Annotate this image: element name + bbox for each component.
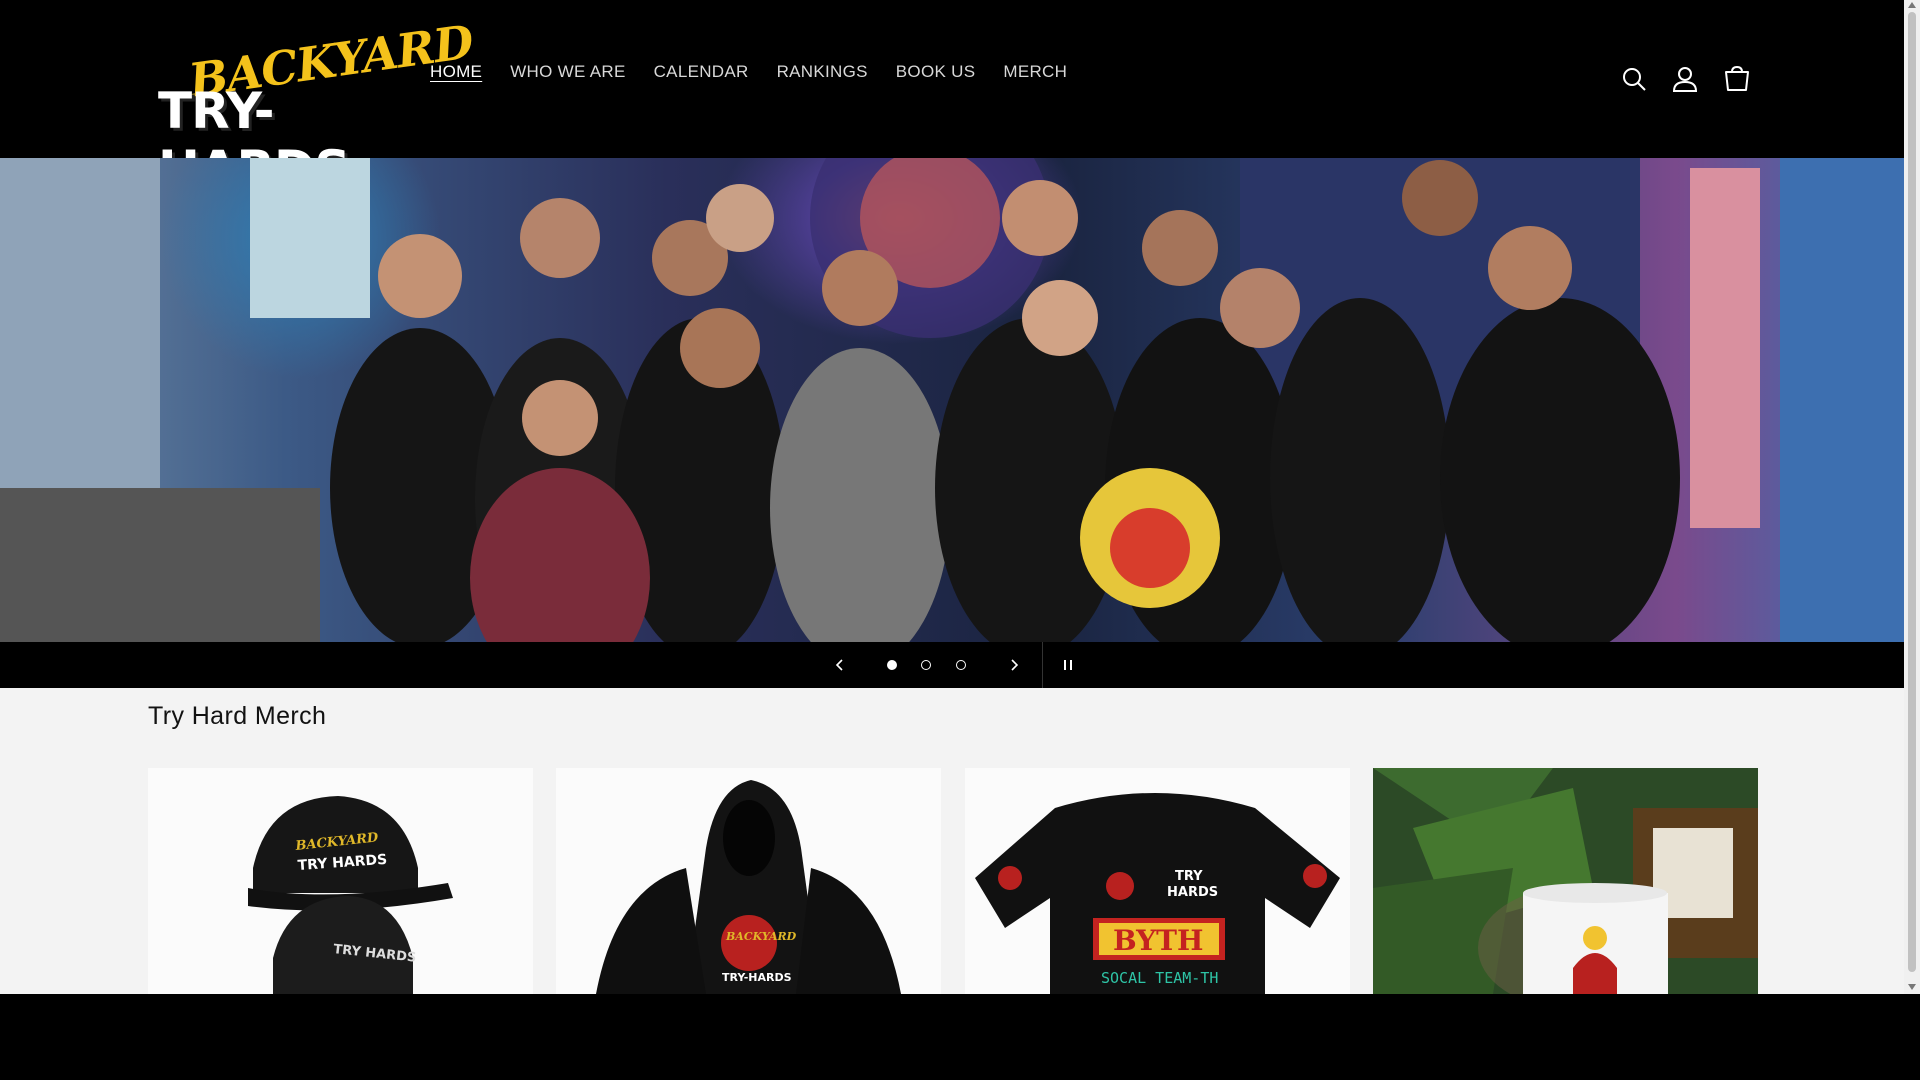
hero-slideshow-image <box>0 158 1904 642</box>
page-scrollbar[interactable] <box>1904 0 1920 994</box>
nav-calendar[interactable]: CALENDAR <box>654 62 749 82</box>
site-logo[interactable]: BACKYARD TRY-HARDS <box>150 14 476 198</box>
hoodie-print-bottom: TRY-HARDS <box>722 971 792 984</box>
product-card-tshirt[interactable]: TRY HARDS BYTH SOCAL TEAM-TH <box>965 768 1350 994</box>
site-header: BACKYARD TRY-HARDS HOME WHO WE ARE CALEN… <box>0 0 1904 198</box>
slide-prev-button[interactable] <box>822 642 858 688</box>
nav-rankings[interactable]: RANKINGS <box>777 62 868 82</box>
merch-section-title: Try Hard Merch <box>148 702 327 730</box>
nav-home[interactable]: HOME <box>430 62 482 82</box>
product-card-mug[interactable] <box>1373 768 1758 994</box>
nav-who-we-are[interactable]: WHO WE ARE <box>510 62 625 82</box>
slide-dot-1[interactable] <box>887 660 897 670</box>
search-icon[interactable] <box>1619 64 1649 94</box>
slide-pause-button[interactable] <box>1050 642 1086 688</box>
slider-divider <box>1042 642 1043 688</box>
slideshow-controls <box>0 642 1904 688</box>
slide-dot-2[interactable] <box>921 660 931 670</box>
tshirt-print-top: TRY <box>1175 869 1203 884</box>
slide-next-button[interactable] <box>996 642 1032 688</box>
slide-dot-3[interactable] <box>956 660 966 670</box>
nav-merch[interactable]: MERCH <box>1003 62 1067 82</box>
scroll-down-arrow[interactable] <box>1908 984 1916 990</box>
product-card-hat[interactable]: BACKYARD TRY HARDS TRY HARDS <box>148 768 533 994</box>
page: BACKYARD TRY-HARDS HOME WHO WE ARE CALEN… <box>0 0 1904 994</box>
hoodie-print-top: BACKYARD <box>725 930 797 943</box>
scroll-thumb[interactable] <box>1908 12 1916 972</box>
tshirt-badge: BYTH <box>1113 924 1203 957</box>
scroll-up-arrow[interactable] <box>1908 2 1916 8</box>
nav-book-us[interactable]: BOOK US <box>896 62 976 82</box>
tshirt-tagline: SOCAL TEAM-TH <box>1101 969 1218 987</box>
cart-icon[interactable] <box>1722 64 1752 94</box>
tshirt-print-bottom: HARDS <box>1167 885 1218 900</box>
account-icon[interactable] <box>1670 64 1700 94</box>
product-card-hoodie[interactable]: BACKYARD TRY-HARDS <box>556 768 941 994</box>
main-nav: HOME WHO WE ARE CALENDAR RANKINGS BOOK U… <box>430 62 1095 82</box>
